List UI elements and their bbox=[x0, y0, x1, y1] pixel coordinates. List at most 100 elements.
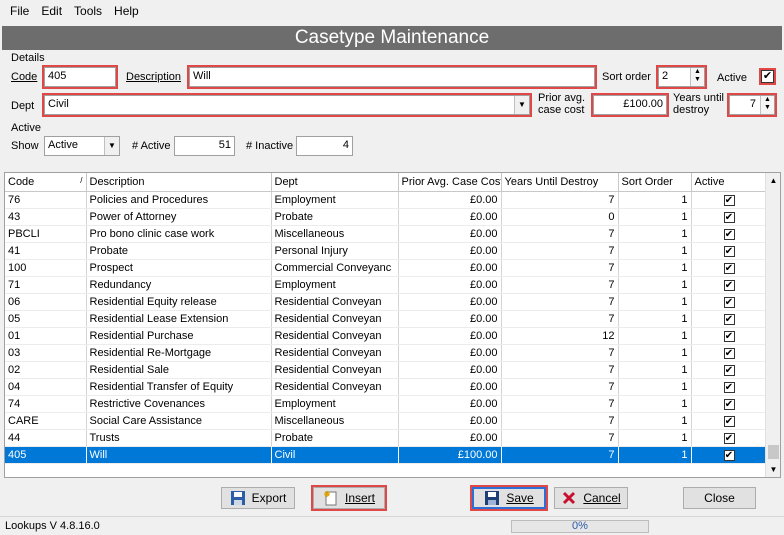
close-button[interactable]: Close bbox=[683, 487, 756, 509]
save-button[interactable]: Save bbox=[470, 485, 548, 511]
cell-code[interactable]: 74 bbox=[5, 395, 87, 413]
cell-code[interactable]: 44 bbox=[5, 429, 87, 447]
cell-description[interactable]: Restrictive Covenances bbox=[86, 395, 272, 413]
casetype-table[interactable]: Code / Description Dept Prior Avg. Case C… bbox=[4, 172, 781, 478]
table-row[interactable]: 03 Residential Re-Mortgage Residential Con… bbox=[5, 344, 768, 362]
cell-active[interactable]: ✔ bbox=[691, 429, 768, 447]
cell-prior-avg-cost[interactable]: £0.00 bbox=[398, 225, 502, 243]
active-checkbox[interactable]: ✔ bbox=[723, 296, 735, 308]
vertical-scrollbar[interactable]: ▲ ▼ bbox=[765, 173, 780, 477]
insert-button[interactable]: Insert bbox=[311, 485, 387, 511]
cell-description[interactable]: Residential Re-Mortgage bbox=[86, 344, 272, 362]
cell-code[interactable]: PBCLI bbox=[5, 225, 87, 243]
table-row[interactable]: 43 Power of Attorney Probate £0.00 0 1 ✔ bbox=[5, 208, 768, 226]
cell-code[interactable]: 100 bbox=[5, 259, 87, 277]
cell-prior-avg-cost[interactable]: £0.00 bbox=[398, 242, 502, 260]
cell-active[interactable]: ✔ bbox=[691, 293, 768, 311]
cell-code[interactable]: CARE bbox=[5, 412, 87, 430]
cell-description[interactable]: Redundancy bbox=[86, 276, 272, 294]
cell-sort-order[interactable]: 1 bbox=[618, 378, 692, 396]
cell-dept[interactable]: Personal Injury bbox=[271, 242, 399, 260]
cell-dept[interactable]: Employment bbox=[271, 191, 399, 209]
table-row[interactable]: CARE Social Care Assistance Miscellaneous £… bbox=[5, 412, 768, 430]
cell-years-until-destroy[interactable]: 7 bbox=[501, 429, 619, 447]
cell-sort-order[interactable]: 1 bbox=[618, 208, 692, 226]
cell-dept[interactable]: Probate bbox=[271, 429, 399, 447]
cell-sort-order[interactable]: 1 bbox=[618, 429, 692, 447]
column-header-dept[interactable]: Dept bbox=[271, 173, 399, 192]
cell-description[interactable]: Trusts bbox=[86, 429, 272, 447]
cell-sort-order[interactable]: 1 bbox=[618, 310, 692, 328]
cell-active[interactable]: ✔ bbox=[691, 344, 768, 362]
cell-years-until-destroy[interactable]: 7 bbox=[501, 293, 619, 311]
cell-sort-order[interactable]: 1 bbox=[618, 259, 692, 277]
active-checkbox[interactable]: ✔ bbox=[723, 415, 735, 427]
active-checkbox[interactable]: ✔ bbox=[723, 330, 735, 342]
cell-years-until-destroy[interactable]: 7 bbox=[501, 446, 619, 464]
cell-years-until-destroy[interactable]: 7 bbox=[501, 395, 619, 413]
table-row[interactable]: 01 Residential Purchase Residential Convey… bbox=[5, 327, 768, 345]
cell-years-until-destroy[interactable]: 7 bbox=[501, 344, 619, 362]
cell-dept[interactable]: Miscellaneous bbox=[271, 225, 399, 243]
menu-tools[interactable]: Tools bbox=[68, 4, 108, 18]
cell-sort-order[interactable]: 1 bbox=[618, 242, 692, 260]
cell-code[interactable]: 03 bbox=[5, 344, 87, 362]
cell-active[interactable]: ✔ bbox=[691, 191, 768, 209]
active-checkbox[interactable]: ✔ bbox=[723, 364, 735, 376]
export-button[interactable]: Export bbox=[221, 487, 295, 509]
cell-years-until-destroy[interactable]: 0 bbox=[501, 208, 619, 226]
cell-sort-order[interactable]: 1 bbox=[618, 276, 692, 294]
cell-active[interactable]: ✔ bbox=[691, 327, 768, 345]
cell-sort-order[interactable]: 1 bbox=[618, 395, 692, 413]
cell-dept[interactable]: Miscellaneous bbox=[271, 412, 399, 430]
cell-dept[interactable]: Residential Conveyan bbox=[271, 293, 399, 311]
cell-years-until-destroy[interactable]: 12 bbox=[501, 327, 619, 345]
table-row[interactable]: 04 Residential Transfer of Equity Resident… bbox=[5, 378, 768, 396]
cell-active[interactable]: ✔ bbox=[691, 378, 768, 396]
cell-dept[interactable]: Civil bbox=[271, 446, 399, 464]
cell-active[interactable]: ✔ bbox=[691, 446, 768, 464]
cell-dept[interactable]: Commercial Conveyanc bbox=[271, 259, 399, 277]
column-header-prior-avg-cost[interactable]: Prior Avg. Case Cost bbox=[398, 173, 502, 192]
cell-code[interactable]: 405 bbox=[5, 446, 87, 464]
cell-active[interactable]: ✔ bbox=[691, 208, 768, 226]
active-checkbox[interactable]: ✔ bbox=[723, 449, 735, 461]
cell-dept[interactable]: Residential Conveyan bbox=[271, 327, 399, 345]
dept-select[interactable]: Civil ▼ bbox=[42, 93, 532, 117]
table-row[interactable]: 74 Restrictive Covenances Employment £0.00 7… bbox=[5, 395, 768, 413]
cell-dept[interactable]: Employment bbox=[271, 395, 399, 413]
active-checkbox[interactable]: ✔ bbox=[723, 194, 735, 206]
active-checkbox[interactable]: ✔ bbox=[759, 68, 776, 85]
cell-active[interactable]: ✔ bbox=[691, 259, 768, 277]
cell-prior-avg-cost[interactable]: £100.00 bbox=[398, 446, 502, 464]
cell-active[interactable]: ✔ bbox=[691, 225, 768, 243]
cell-prior-avg-cost[interactable]: £0.00 bbox=[398, 327, 502, 345]
prior-avg-cost-input[interactable]: £100.00 bbox=[591, 93, 669, 117]
cell-code[interactable]: 71 bbox=[5, 276, 87, 294]
cell-years-until-destroy[interactable]: 7 bbox=[501, 191, 619, 209]
cell-dept[interactable]: Employment bbox=[271, 276, 399, 294]
cell-sort-order[interactable]: 1 bbox=[618, 412, 692, 430]
table-row[interactable]: 71 Redundancy Employment £0.00 7 1 ✔ bbox=[5, 276, 768, 294]
cell-years-until-destroy[interactable]: 7 bbox=[501, 225, 619, 243]
column-header-sort-order[interactable]: Sort Order bbox=[618, 173, 692, 192]
cell-active[interactable]: ✔ bbox=[691, 412, 768, 430]
cell-dept[interactable]: Probate bbox=[271, 208, 399, 226]
column-header-description[interactable]: Description bbox=[86, 173, 272, 192]
active-checkbox[interactable]: ✔ bbox=[723, 347, 735, 359]
cell-sort-order[interactable]: 1 bbox=[618, 327, 692, 345]
sort-order-stepper[interactable]: 2 ▲ ▼ bbox=[656, 65, 707, 89]
menu-help[interactable]: Help bbox=[108, 4, 145, 18]
cell-description[interactable]: Prospect bbox=[86, 259, 272, 277]
scroll-down-icon[interactable]: ▼ bbox=[766, 462, 780, 477]
cell-active[interactable]: ✔ bbox=[691, 242, 768, 260]
cell-years-until-destroy[interactable]: 7 bbox=[501, 310, 619, 328]
table-row[interactable]: 41 Probate Personal Injury £0.00 7 1 ✔ bbox=[5, 242, 768, 260]
active-checkbox[interactable]: ✔ bbox=[723, 211, 735, 223]
active-checkbox[interactable]: ✔ bbox=[723, 432, 735, 444]
menu-file[interactable]: File bbox=[4, 4, 35, 18]
cell-prior-avg-cost[interactable]: £0.00 bbox=[398, 361, 502, 379]
cell-description[interactable]: Residential Transfer of Equity bbox=[86, 378, 272, 396]
cell-prior-avg-cost[interactable]: £0.00 bbox=[398, 412, 502, 430]
active-checkbox[interactable]: ✔ bbox=[723, 228, 735, 240]
